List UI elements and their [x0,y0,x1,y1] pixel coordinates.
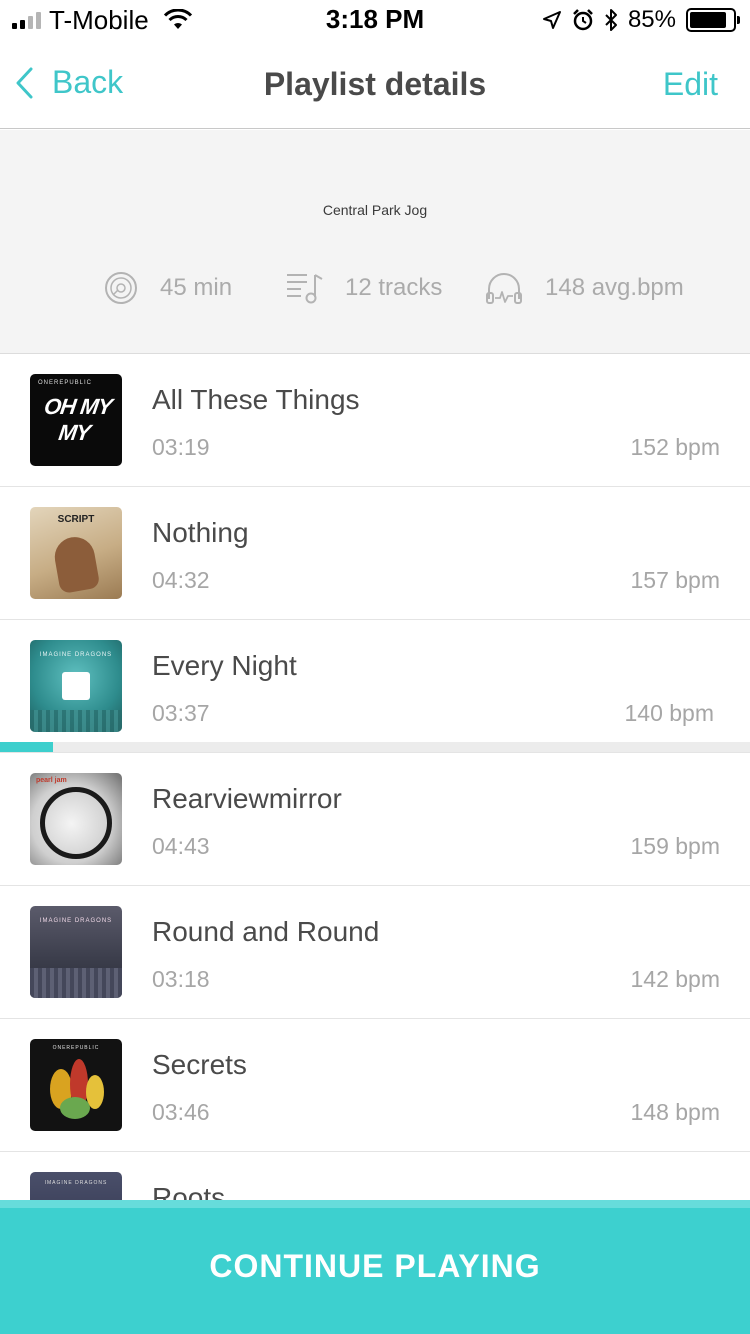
track-list: ONEREPUBLIC OH MY MY All These Things 03… [0,354,750,1285]
track-title: Nothing [152,517,249,548]
page-title: Playlist details [263,66,487,102]
stat-bpm: 148 avg.bpm [485,268,684,308]
track-duration: 03:19 [152,434,210,460]
album-art-title: IMAGINE DRAGONS [39,652,113,658]
album-art: pearl jam [30,773,122,865]
nav-bar: Back Playlist details Edit [0,40,750,129]
location-icon [542,11,561,29]
playlist-name: Central Park Jog [322,202,428,218]
album-art: IMAGINE DRAGONS [30,640,122,732]
battery-fill [690,12,726,28]
album-art: ONEREPUBLIC [30,1039,122,1131]
album-art-title: SCRIPT [57,514,95,525]
track-bpm: 142 bpm [630,966,720,992]
edit-button[interactable]: Edit [663,66,718,103]
track-duration: 03:18 [152,966,210,992]
album-art: SCRIPT [30,507,122,599]
track-row[interactable]: pearl jam Rearviewmirror 04:43 159 bpm [0,753,750,886]
status-right: 85% [542,6,740,34]
track-title: Every Night [152,650,297,681]
playlist-summary: Central Park Jog 45 min 12 tracks 148 av… [0,130,750,354]
track-row[interactable]: ONEREPUBLIC OH MY MY All These Things 03… [0,354,750,487]
status-bar: T-Mobile 3:18 PM 85% [0,0,750,40]
album-art-title: IMAGINE DRAGONS [39,918,113,924]
album-art-title: ONEREPUBLIC [52,1045,100,1051]
track-bpm: 157 bpm [630,567,720,593]
album-art: IMAGINE DRAGONS [30,906,122,998]
track-bpm: 159 bpm [630,833,720,859]
track-title: Round and Round [152,916,380,947]
track-duration: 03:46 [152,1099,210,1125]
disc-icon [105,272,137,304]
track-bpm: 152 bpm [630,434,720,460]
album-art-band: ONEREPUBLIC [38,380,93,386]
continue-playing-label: CONTINUE PLAYING [209,1248,541,1284]
battery-icon [686,8,740,32]
tracklist-icon [287,274,323,304]
bluetooth-icon [605,9,617,31]
track-title: Rearviewmirror [152,783,342,814]
track-title: All These Things [152,384,360,415]
album-art-title: pearl jam [36,777,67,784]
track-bpm: 148 bpm [630,1099,720,1125]
track-row[interactable]: SCRIPT Nothing 04:32 157 bpm [0,487,750,620]
track-duration: 03:37 [152,700,210,726]
stat-bpm-value: 148 avg.bpm [545,274,684,301]
track-row[interactable]: IMAGINE DRAGONS Round and Round 03:18 14… [0,886,750,1019]
track-row-now-playing[interactable]: IMAGINE DRAGONS Every Night 03:37 140 bp… [0,620,750,753]
playback-progress-fill [0,742,53,752]
track-duration: 04:32 [152,567,210,593]
stat-tracks-value: 12 tracks [345,274,443,301]
album-art: ONEREPUBLIC OH MY MY [30,374,122,466]
stat-duration: 45 min [104,268,232,308]
playback-progress-bar[interactable] [0,742,750,752]
stat-duration-value: 45 min [160,274,233,301]
track-title: Secrets [152,1049,247,1080]
track-row[interactable]: ONEREPUBLIC Secrets 03:46 148 bpm [0,1019,750,1152]
heartbeat-headphones-icon [486,273,522,304]
stat-tracks: 12 tracks [285,268,442,308]
album-art-title: IMAGINE DRAGONS [44,1180,108,1186]
stop-icon[interactable] [62,672,90,700]
track-bpm: 140 bpm [624,700,714,726]
continue-playing-button[interactable]: CONTINUE PLAYING [0,1200,750,1334]
battery-percent: 85% [627,6,676,33]
alarm-icon [573,9,593,31]
track-duration: 04:43 [152,833,210,859]
